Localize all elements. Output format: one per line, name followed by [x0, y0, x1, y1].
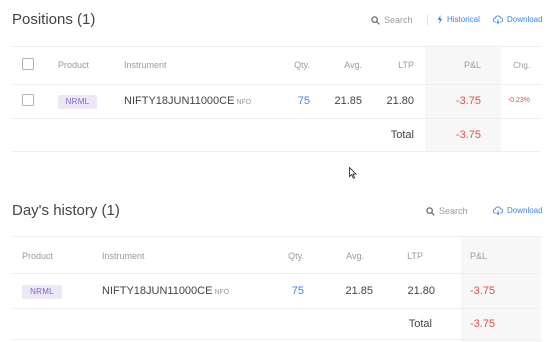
history-instrument[interactable]: NIFTY18JUN11000CE NFO — [102, 285, 229, 297]
positions-search-label: Search — [384, 15, 413, 25]
history-top-divider — [12, 236, 541, 237]
positions-bottom-divider — [12, 151, 541, 152]
historical-button[interactable]: Historical — [437, 15, 480, 24]
positions-search-button[interactable]: Search — [371, 15, 413, 25]
history-ltp: 21.80 — [407, 285, 435, 297]
positions-header-product[interactable]: Product — [58, 60, 89, 70]
positions-download-button[interactable]: Download — [493, 15, 543, 24]
positions-header-ltp[interactable]: LTP — [398, 60, 414, 70]
history-product-badge: NRML — [22, 285, 62, 299]
bolt-icon — [437, 15, 443, 24]
positions-header-pnl[interactable]: P&L — [464, 60, 481, 70]
history-header-divider — [12, 273, 541, 274]
positions-header-instrument[interactable]: Instrument — [124, 60, 167, 70]
cloud-download-icon — [493, 206, 503, 215]
history-header-avg[interactable]: Avg. — [346, 251, 364, 261]
history-search-label: Search — [439, 206, 468, 216]
mouse-cursor-icon — [349, 167, 357, 179]
positions-header-qty[interactable]: Qty. — [294, 60, 310, 70]
history-total-value: -3.75 — [470, 318, 496, 330]
history-download-button[interactable]: Download — [493, 206, 543, 215]
search-icon — [426, 206, 435, 216]
positions-total-value: -3.75 — [455, 129, 481, 141]
positions-header-avg[interactable]: Avg. — [344, 60, 362, 70]
position-ltp: 21.80 — [386, 95, 414, 107]
history-total-label: Total — [408, 318, 432, 330]
position-avg: 21.85 — [334, 95, 362, 107]
position-pnl: -3.75 — [455, 95, 481, 107]
positions-title: Positions (1) — [12, 11, 96, 28]
positions-download-label: Download — [507, 15, 543, 24]
positions-header-chg[interactable]: Chg. — [513, 61, 530, 70]
history-header-instrument[interactable]: Instrument — [102, 251, 145, 261]
position-row-checkbox[interactable] — [22, 94, 34, 106]
history-search-button[interactable]: Search — [426, 206, 468, 216]
historical-label: Historical — [447, 15, 480, 24]
history-header-product[interactable]: Product — [22, 251, 53, 261]
positions-top-divider — [12, 46, 541, 47]
positions-select-all-checkbox[interactable] — [22, 58, 34, 70]
cloud-download-icon — [493, 15, 503, 24]
history-qty: 75 — [291, 285, 304, 297]
history-avg: 21.85 — [345, 285, 373, 297]
position-exchange: NFO — [236, 99, 252, 106]
position-instrument[interactable]: NIFTY18JUN11000CE NFO — [124, 95, 251, 107]
position-instrument-symbol: NIFTY18JUN11000CE — [124, 95, 235, 107]
history-pnl: -3.75 — [470, 285, 496, 297]
history-header-ltp[interactable]: LTP — [407, 251, 423, 261]
toolbar-divider — [427, 15, 428, 26]
positions-header-divider — [12, 84, 541, 85]
history-instrument-symbol: NIFTY18JUN11000CE — [102, 285, 213, 297]
position-product-badge: NRML — [58, 95, 97, 109]
history-bottom-divider — [12, 339, 541, 340]
history-exchange: NFO — [214, 289, 230, 296]
history-title: Day's history (1) — [12, 202, 120, 219]
history-download-label: Download — [507, 206, 543, 215]
positions-total-label: Total — [390, 129, 414, 141]
positions-row-divider — [12, 118, 541, 119]
history-header-qty[interactable]: Qty. — [288, 251, 304, 261]
position-qty: 75 — [297, 95, 310, 107]
position-chg: -0.23% — [507, 97, 530, 104]
search-icon — [371, 15, 380, 25]
history-header-pnl[interactable]: P&L — [470, 251, 487, 261]
history-row-divider — [12, 308, 541, 309]
